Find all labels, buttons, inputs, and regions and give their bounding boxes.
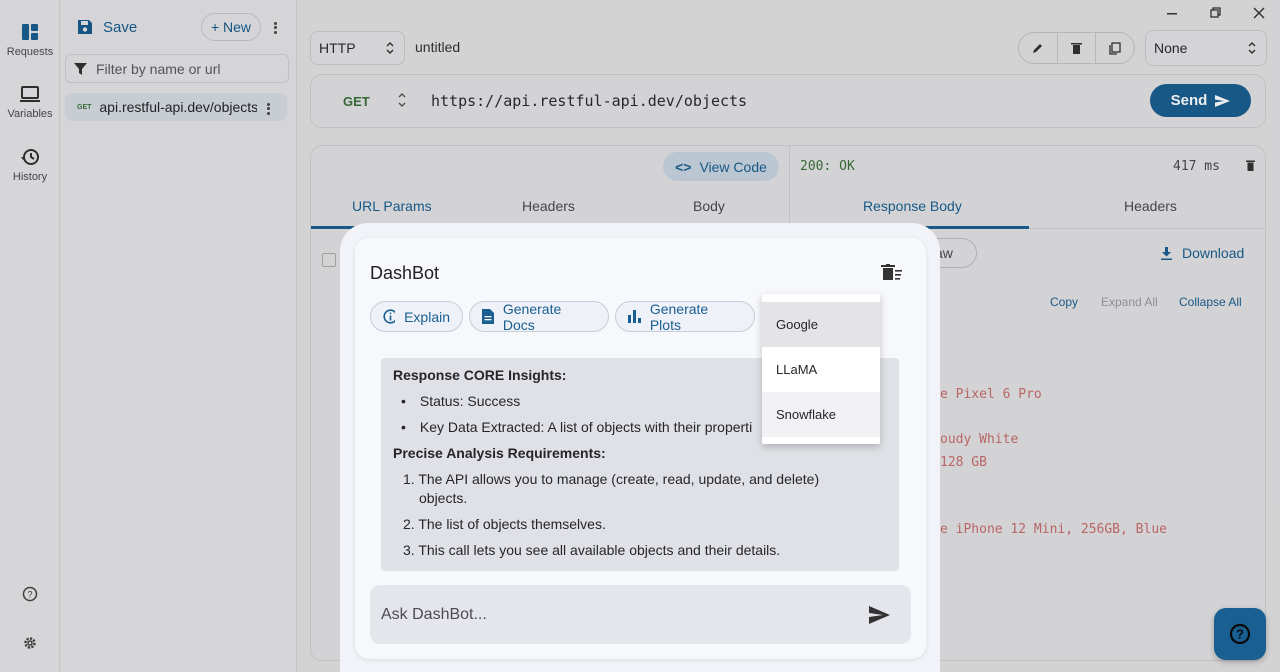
list-item: 1. The API allows you to manage (create,… <box>403 471 820 487</box>
dashbot-title: DashBot <box>370 263 440 283</box>
info-icon <box>383 309 396 324</box>
generate-plots-label: Generate Plots <box>649 300 709 333</box>
ask-dashbot-input[interactable]: Ask DashBot... <box>370 585 911 644</box>
explain-button[interactable]: Explain <box>370 301 463 332</box>
list-item: 2. The list of objects themselves. <box>403 516 606 532</box>
generate-docs-button[interactable]: Generate Docs <box>469 300 609 333</box>
bullet-text: Key Data Extracted: A list of objects wi… <box>419 419 753 435</box>
menu-item-snowflake[interactable]: Snowflake <box>762 392 880 437</box>
help-fab[interactable]: ? <box>1214 608 1266 660</box>
help-icon: ? <box>1229 623 1251 645</box>
svg-text:?: ? <box>1236 627 1244 642</box>
requirements-heading: Precise Analysis Requirements: <box>393 445 606 461</box>
bullet-text: Status: Success <box>419 393 521 409</box>
send-message-icon[interactable] <box>869 606 890 624</box>
generate-docs-label: Generate Docs <box>502 300 562 333</box>
list-item-continued: objects. <box>419 490 468 506</box>
list-item: 3. This call lets you see all available … <box>403 542 781 558</box>
bar-chart-icon <box>628 310 641 323</box>
clear-chat-icon[interactable] <box>881 264 902 280</box>
ask-placeholder: Ask DashBot... <box>381 605 487 623</box>
document-icon <box>482 309 494 324</box>
menu-item-llama[interactable]: LLaMA <box>762 347 880 392</box>
generate-plots-button[interactable]: Generate Plots <box>615 300 755 333</box>
explain-label: Explain <box>404 308 450 325</box>
model-dropdown-menu: Google LLaMA Snowflake <box>762 294 880 444</box>
menu-item-google[interactable]: Google <box>762 302 880 347</box>
